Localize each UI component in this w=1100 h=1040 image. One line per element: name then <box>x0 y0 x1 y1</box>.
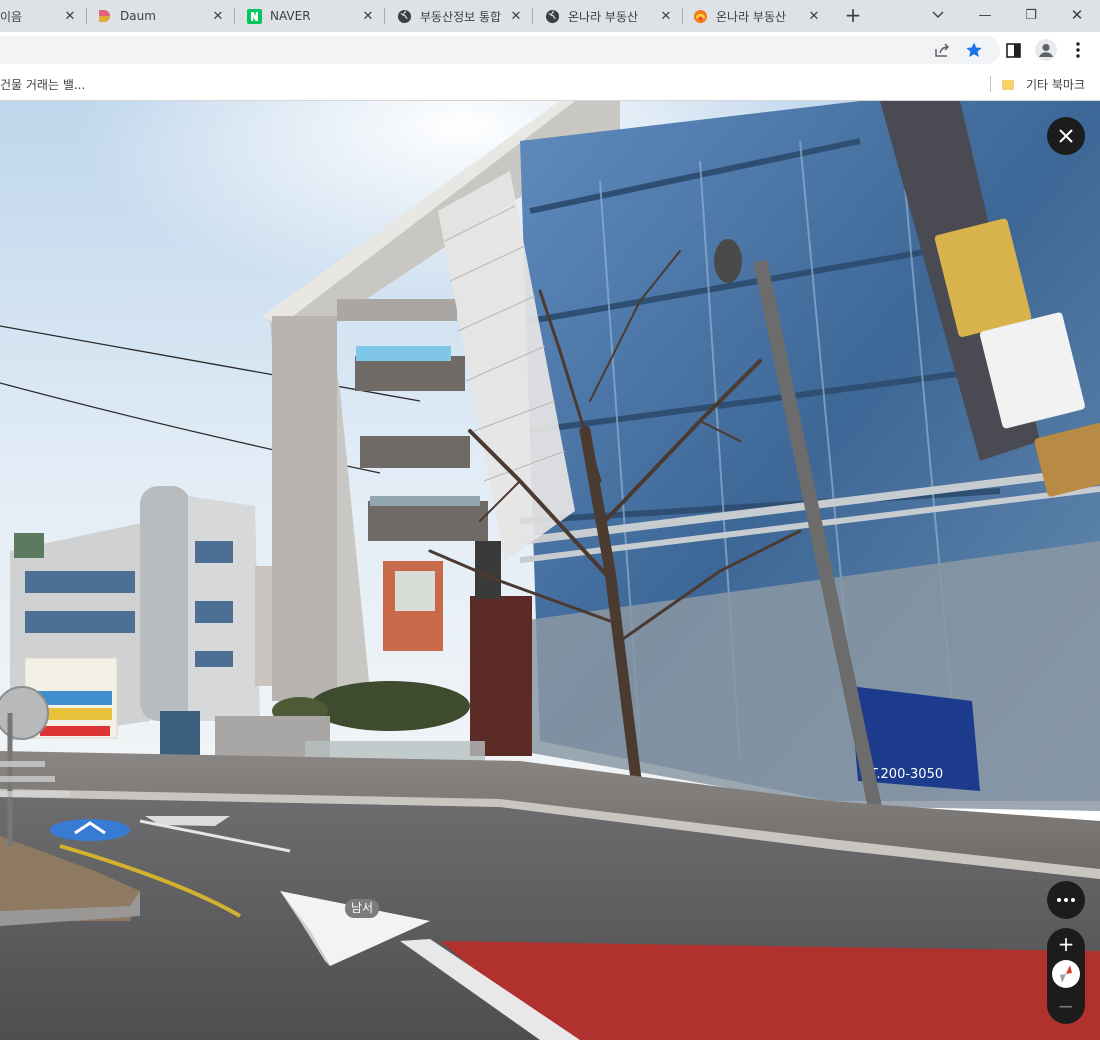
globe-icon <box>544 8 560 24</box>
tab-title: NAVER <box>270 9 311 23</box>
bookmark-separator <box>990 76 991 92</box>
daum-logo-icon <box>96 8 112 24</box>
tab-onnara-1[interactable]: 온나라 부동산 ✕ <box>544 2 682 30</box>
tab-naver[interactable]: NAVER ✕ <box>246 2 384 30</box>
close-streetview-button[interactable] <box>1047 117 1085 155</box>
tab-realestate-info[interactable]: 부동산정보 통합 ✕ <box>396 2 532 30</box>
browser-menu-icon[interactable] <box>1067 39 1089 61</box>
compass-icon <box>1060 965 1072 983</box>
tab-onnara-2[interactable]: 온나라 부동산 ✕ <box>692 2 830 30</box>
restore-button[interactable]: ❐ <box>1011 2 1051 28</box>
street-view-panorama[interactable]: T.200-3050 남서 + − <box>0 101 1100 1040</box>
tab-title: Daum <box>120 9 156 23</box>
zoom-out-button[interactable]: − <box>1047 994 1085 1018</box>
close-tab-icon[interactable]: ✕ <box>210 8 226 24</box>
close-tab-icon[interactable]: ✕ <box>806 8 822 24</box>
tab-separator <box>234 8 235 24</box>
browser-toolbar <box>0 32 1100 68</box>
minimize-button[interactable]: — <box>965 2 1005 28</box>
globe-icon <box>396 8 412 24</box>
tab-separator <box>532 8 533 24</box>
side-panel-icon[interactable] <box>1002 39 1024 61</box>
naver-logo-icon <box>246 8 262 24</box>
bookmark-star-icon[interactable] <box>963 39 985 61</box>
street-nav-arrow[interactable] <box>50 819 130 841</box>
tab-title: 이음 <box>0 9 23 24</box>
more-options-icon <box>1057 898 1075 902</box>
tab-search-icon[interactable] <box>918 2 958 28</box>
close-tab-icon[interactable]: ✕ <box>658 8 674 24</box>
more-options-button[interactable] <box>1047 881 1085 919</box>
direction-label: 남서 <box>345 899 380 918</box>
close-tab-icon[interactable]: ✕ <box>508 8 524 24</box>
folder-icon <box>1002 79 1014 90</box>
other-bookmarks-label: 기타 북마크 <box>1026 78 1086 92</box>
new-tab-button[interactable]: + <box>842 3 864 27</box>
share-icon[interactable] <box>931 39 953 61</box>
other-bookmarks-folder[interactable]: 기타 북마크 <box>1002 76 1085 93</box>
close-icon <box>1059 129 1073 143</box>
bookmark-item[interactable]: 건물 거래는 밸... <box>0 76 85 93</box>
tab-strip: 이음 ✕ Daum ✕ NAVER ✕ 부동산정보 통합 ✕ 온나라 부동산 ✕ <box>0 0 1100 32</box>
tab-title: 부동산정보 통합 <box>420 9 502 24</box>
bookmark-label: 건물 거래는 밸... <box>0 78 86 92</box>
bookmarks-bar: 건물 거래는 밸... 기타 북마크 <box>0 68 1100 101</box>
close-tab-icon[interactable]: ✕ <box>62 8 78 24</box>
onnara-logo-icon <box>692 8 708 24</box>
close-tab-icon[interactable]: ✕ <box>360 8 376 24</box>
zoom-in-button[interactable]: + <box>1047 932 1085 956</box>
address-bar[interactable] <box>0 36 1000 64</box>
profile-avatar-icon[interactable] <box>1034 38 1058 62</box>
tab-ieum[interactable]: 이음 ✕ <box>0 2 86 30</box>
tab-title: 온나라 부동산 <box>716 9 787 24</box>
tab-title: 온나라 부동산 <box>568 9 639 24</box>
tab-separator <box>682 8 683 24</box>
window-close-button[interactable]: ✕ <box>1057 2 1097 28</box>
tab-separator <box>384 8 385 24</box>
compass-button[interactable] <box>1052 960 1080 988</box>
banner-phone-text: T.200-3050 <box>869 767 943 782</box>
tab-separator <box>86 8 87 24</box>
tab-daum[interactable]: Daum ✕ <box>96 2 234 30</box>
street-scene-image: T.200-3050 <box>0 101 1100 1040</box>
zoom-control-panel: + − <box>1047 928 1085 1024</box>
